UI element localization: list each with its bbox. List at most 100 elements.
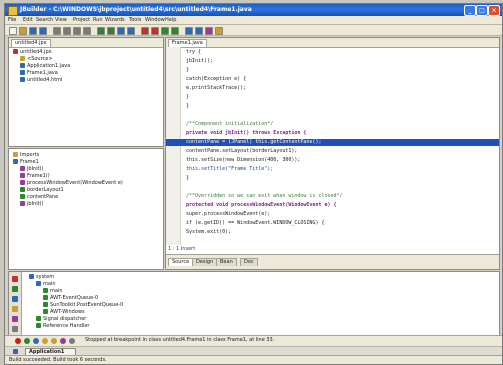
window-title: JBuilder - C:\WINDOWS\jbproject\untitled…: [20, 6, 252, 13]
back-icon[interactable]: [185, 27, 193, 35]
redo-icon[interactable]: [107, 27, 115, 35]
find-icon[interactable]: [117, 27, 125, 35]
code-line: protected void processWindowEvent(Window…: [186, 202, 337, 208]
minimize-button[interactable]: _: [464, 5, 476, 16]
open-icon[interactable]: [19, 27, 27, 35]
menu-edit[interactable]: Edit: [23, 17, 33, 23]
title-bar[interactable]: JBuilder - C:\WINDOWS\jbproject\untitled…: [5, 4, 502, 16]
close-button[interactable]: ×: [488, 5, 500, 16]
tree-node-icon: [43, 288, 48, 293]
tab-project[interactable]: untitled4.jpx: [11, 39, 51, 47]
app-window: JBuilder - C:\WINDOWS\jbproject\untitled…: [4, 3, 503, 365]
tree-item[interactable]: jbInit(): [20, 166, 43, 173]
tree-item[interactable]: system: [29, 274, 54, 281]
tree-item[interactable]: untitled4.html: [20, 77, 62, 84]
tree-node-icon: [13, 159, 18, 164]
tree-item[interactable]: Application1.java: [20, 63, 70, 70]
tree-item[interactable]: untitled4.jpx: [13, 49, 52, 56]
new-icon[interactable]: [9, 27, 17, 35]
step-out-icon[interactable]: [60, 338, 66, 344]
debug-view-icon[interactable]: [12, 286, 18, 292]
tab-source[interactable]: Source: [168, 258, 194, 266]
menu-project[interactable]: Project: [73, 17, 90, 23]
tree-item[interactable]: Frame1: [13, 159, 39, 166]
step-over-icon[interactable]: [42, 338, 48, 344]
tree-item[interactable]: SunToolkit.PostEventQueue-0: [43, 302, 123, 309]
code-line: private void jbInit() throws Exception {: [186, 130, 307, 136]
debug-view-icon[interactable]: [12, 296, 18, 302]
menu-view[interactable]: View: [55, 17, 67, 23]
tree-item[interactable]: main: [43, 288, 63, 295]
menu-wizards[interactable]: Wizards: [105, 17, 125, 23]
editor-bottom-tabs: Source Design Bean Doc: [166, 254, 499, 269]
tree-item[interactable]: AWT-Windows: [43, 309, 85, 316]
tree-item-label: Frame1(): [27, 173, 50, 179]
help-icon[interactable]: [215, 27, 223, 35]
code-line: contentPane = (JPanel) this.getContentPa…: [186, 139, 322, 145]
debug-view-icon[interactable]: [12, 276, 18, 282]
replace-icon[interactable]: [127, 27, 135, 35]
code-line: }: [186, 103, 190, 109]
debug-icon[interactable]: [171, 27, 179, 35]
tree-item[interactable]: borderLayout1: [20, 187, 64, 194]
code-line: super.processWindowEvent(e);: [186, 211, 271, 217]
undo-icon[interactable]: [97, 27, 105, 35]
forward-icon[interactable]: [195, 27, 203, 35]
cut-icon[interactable]: [63, 27, 71, 35]
breakpoint-icon[interactable]: [69, 338, 75, 344]
tree-node-icon: [13, 152, 18, 157]
tree-item[interactable]: processWindowEvent(WindowEvent e): [20, 180, 123, 187]
make-icon[interactable]: [141, 27, 149, 35]
tab-design[interactable]: Design: [192, 258, 218, 266]
tree-item[interactable]: jbInit(): [20, 201, 43, 208]
menu-window[interactable]: Window: [145, 17, 165, 23]
tree-item[interactable]: main: [36, 281, 56, 288]
tree-item[interactable]: Imports: [13, 152, 39, 159]
tree-node-icon: [20, 56, 25, 61]
tree-item-label: Application1.java: [27, 63, 71, 69]
tree-item[interactable]: <Source>: [20, 56, 53, 63]
menu-search[interactable]: Search: [36, 17, 53, 23]
paste-icon[interactable]: [83, 27, 91, 35]
save-all-icon[interactable]: [39, 27, 47, 35]
code-line: jbInit();: [186, 58, 214, 64]
tab-doc[interactable]: Doc: [240, 258, 258, 266]
code-line: try {: [186, 49, 202, 55]
copy-icon[interactable]: [73, 27, 81, 35]
menu-help[interactable]: Help: [165, 17, 176, 23]
structure-pane: Imports Frame1 jbInit() Frame1() processWind…: [8, 148, 164, 270]
menu-file[interactable]: File: [8, 17, 16, 23]
tree-node-icon: [36, 281, 41, 286]
step-into-icon[interactable]: [51, 338, 57, 344]
run-icon[interactable]: [161, 27, 169, 35]
tree-item[interactable]: Reference Handler: [36, 323, 89, 330]
browse-icon[interactable]: [205, 27, 213, 35]
debug-view-icon[interactable]: [12, 326, 18, 332]
resume-icon[interactable]: [24, 338, 30, 344]
print-icon[interactable]: [53, 27, 61, 35]
debug-view-icon[interactable]: [12, 316, 18, 322]
maximize-button[interactable]: □: [476, 5, 488, 16]
reset-icon[interactable]: [15, 338, 21, 344]
code-line: }: [186, 67, 190, 73]
tree-item[interactable]: Frame1.java: [20, 70, 58, 77]
tree-node-icon: [20, 173, 25, 178]
editor-gutter: [166, 47, 181, 245]
tree-node-icon: [20, 166, 25, 171]
tree-item[interactable]: Signal dispatcher: [36, 316, 86, 323]
tab-bean[interactable]: Bean: [216, 258, 237, 266]
pause-icon[interactable]: [33, 338, 39, 344]
tree-item[interactable]: Frame1(): [20, 173, 50, 180]
tree-item[interactable]: contentPane: [20, 194, 58, 201]
debug-view-icon[interactable]: [12, 306, 18, 312]
menu-tools[interactable]: Tools: [129, 17, 141, 23]
menu-run[interactable]: Run: [93, 17, 103, 23]
tree-item[interactable]: AWT-EventQueue-0: [43, 295, 98, 302]
tree-node-icon: [20, 63, 25, 68]
rebuild-icon[interactable]: [151, 27, 159, 35]
tree-item-label: main: [43, 281, 56, 287]
tree-node-icon: [20, 70, 25, 75]
save-icon[interactable]: [29, 27, 37, 35]
tab-frame1-java[interactable]: Frame1.java: [168, 39, 207, 47]
tree-item-label: Frame1: [20, 159, 39, 165]
